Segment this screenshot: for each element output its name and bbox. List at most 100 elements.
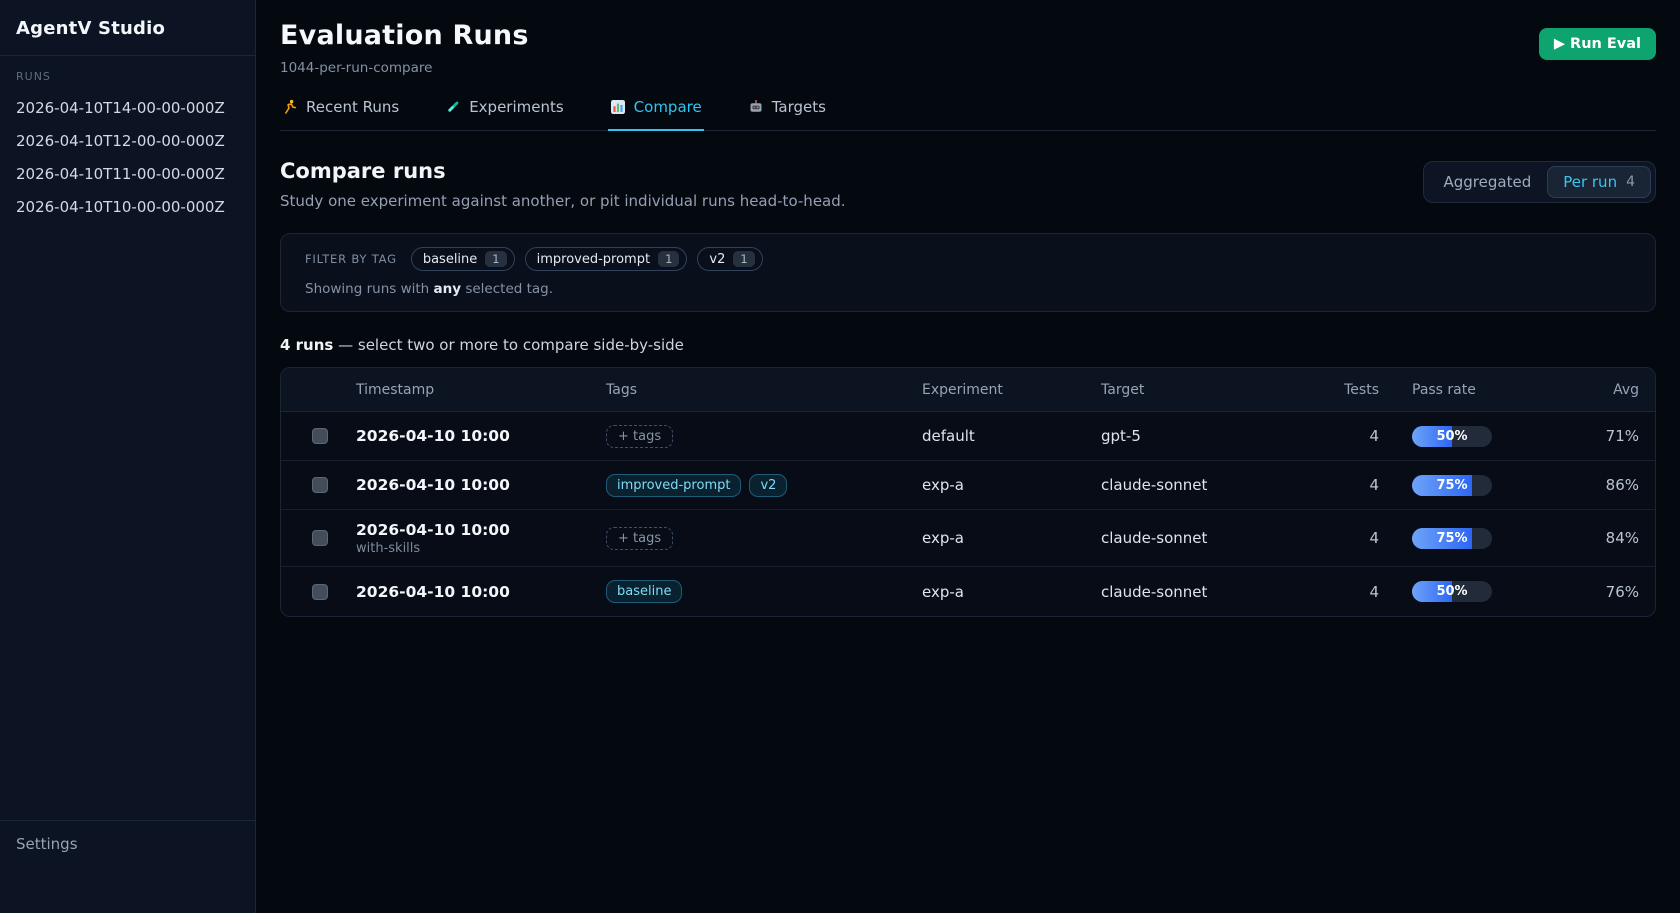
filter-tag-v2[interactable]: v2 1 [697, 247, 762, 271]
filter-note: Showing runs with any selected tag. [305, 281, 1631, 297]
pass-rate-bar: 50% [1412, 581, 1492, 602]
add-tags-button[interactable]: + tags [606, 425, 673, 448]
runs-section-label: RUNS [16, 70, 239, 83]
row-experiment: exp-a [922, 476, 1101, 494]
add-tags-button[interactable]: + tags [606, 527, 673, 550]
toggle-label: Per run [1563, 173, 1617, 191]
row-timestamp: 2026-04-10 10:00 [356, 476, 606, 494]
filter-tag-baseline[interactable]: baseline 1 [411, 247, 515, 271]
row-checkbox[interactable] [312, 584, 328, 600]
filter-note-bold: any [434, 281, 462, 297]
filter-label: FILTER BY TAG [305, 252, 397, 266]
compare-section-head: Compare runs Study one experiment agains… [280, 159, 1656, 210]
tab-label: Compare [634, 98, 702, 116]
toggle-count: 4 [1626, 174, 1635, 190]
pass-rate-bar: 75% [1412, 475, 1492, 496]
page-header: Evaluation Runs 1044-per-run-compare ▶ R… [280, 20, 1656, 76]
pass-rate-label: 50% [1412, 581, 1492, 602]
toggle-per-run[interactable]: Per run 4 [1547, 166, 1651, 198]
filter-tag-count: 1 [485, 251, 506, 267]
filter-tag-name: baseline [423, 252, 477, 267]
filter-note-suffix: selected tag. [461, 281, 553, 297]
pass-rate-label: 75% [1412, 475, 1492, 496]
table-header-row: Timestamp Tags Experiment Target Tests P… [281, 368, 1655, 412]
runs-summary-text: — select two or more to compare side-by-… [333, 336, 684, 354]
table-row: 2026-04-10 10:00baseline exp-aclaude-sonn… [281, 567, 1655, 616]
page-title: Evaluation Runs [280, 20, 529, 51]
row-tests: 4 [1341, 529, 1379, 547]
row-target: claude-sonnet [1101, 529, 1341, 547]
robot-icon [748, 99, 764, 115]
tab-label: Recent Runs [306, 98, 399, 116]
col-avg: Avg [1492, 382, 1639, 398]
test-tube-icon [445, 99, 461, 115]
row-timestamp: 2026-04-10 10:00 [356, 427, 606, 445]
runs-count: 4 runs [280, 336, 333, 354]
filter-tag-improved-prompt[interactable]: improved-prompt1 [525, 247, 688, 271]
row-target: claude-sonnet [1101, 583, 1341, 601]
sidebar-header: AgentV Studio [0, 0, 255, 56]
compare-description: Study one experiment against another, or… [280, 192, 846, 210]
main-content: Evaluation Runs 1044-per-run-compare ▶ R… [256, 0, 1680, 913]
row-avg: 84% [1492, 529, 1639, 547]
toggle-label: Aggregated [1444, 173, 1532, 191]
row-tag-baseline[interactable]: baseline [606, 580, 682, 603]
app-title: AgentV Studio [16, 18, 239, 39]
sidebar-footer: Settings [0, 820, 255, 913]
sidebar: AgentV Studio RUNS 2026-04-10T14-00-00-0… [0, 0, 256, 913]
row-experiment: exp-a [922, 583, 1101, 601]
sidebar-run-item[interactable]: 2026-04-10T11-00-00-000Z [16, 165, 239, 183]
col-pass-rate: Pass rate [1379, 382, 1492, 398]
row-checkbox[interactable] [312, 428, 328, 444]
row-tag-v2[interactable]: v2 [749, 474, 787, 497]
compare-heading: Compare runs [280, 159, 846, 183]
row-avg: 86% [1492, 476, 1639, 494]
row-timestamp: 2026-04-10 10:00 [356, 583, 606, 601]
row-checkbox[interactable] [312, 530, 328, 546]
filter-row: FILTER BY TAG baseline 1 improved-prompt1 v… [305, 247, 1631, 271]
sidebar-run-item[interactable]: 2026-04-10T10-00-00-000Z [16, 198, 239, 216]
row-tests: 4 [1341, 427, 1379, 445]
sidebar-run-item[interactable]: 2026-04-10T12-00-00-000Z [16, 132, 239, 150]
col-tests: Tests [1341, 382, 1379, 398]
col-tags: Tags [606, 382, 922, 398]
pass-rate-label: 50% [1412, 426, 1492, 447]
filter-card: FILTER BY TAG baseline 1 improved-prompt1 v… [280, 233, 1656, 312]
row-tag-improved-prompt[interactable]: improved-prompt [606, 474, 741, 497]
row-checkbox[interactable] [312, 477, 328, 493]
run-eval-button[interactable]: ▶ Run Eval [1539, 28, 1656, 60]
bar-chart-icon [610, 99, 626, 115]
pass-rate-bar: 50% [1412, 426, 1492, 447]
sidebar-run-item[interactable]: 2026-04-10T14-00-00-000Z [16, 99, 239, 117]
table-body: 2026-04-10 10:00+ tagsdefaultgpt-5450%71… [281, 412, 1655, 616]
filter-tag-name: v2 [709, 252, 725, 267]
settings-link[interactable]: Settings [16, 835, 239, 853]
pass-rate-label: 75% [1412, 528, 1492, 549]
runs-nav: RUNS 2026-04-10T14-00-00-000Z2026-04-10T… [0, 56, 255, 820]
tab-recent-runs[interactable]: Recent Runs [280, 98, 401, 131]
tab-bar: Recent Runs Experiments Compare [280, 98, 1656, 131]
page-subtitle: 1044-per-run-compare [280, 60, 529, 76]
row-timestamp: 2026-04-10 10:00 [356, 521, 606, 539]
tab-experiments[interactable]: Experiments [443, 98, 565, 131]
view-mode-toggle: Aggregated Per run 4 [1423, 161, 1657, 203]
pass-rate-bar: 75% [1412, 528, 1492, 549]
row-target: gpt-5 [1101, 427, 1341, 445]
runs-summary: 4 runs — select two or more to compare s… [280, 336, 1656, 354]
table-row: 2026-04-10 10:00with-skills+ tagsexp-acl… [281, 510, 1655, 567]
toggle-aggregated[interactable]: Aggregated [1428, 166, 1548, 198]
filter-tag-count: 1 [733, 251, 754, 267]
tab-label: Targets [772, 98, 826, 116]
table-row: 2026-04-10 10:00improved-promptv2exp-acl… [281, 461, 1655, 510]
row-avg: 71% [1492, 427, 1639, 445]
tab-targets[interactable]: Targets [746, 98, 828, 131]
row-tests: 4 [1341, 583, 1379, 601]
tab-compare[interactable]: Compare [608, 98, 704, 131]
run-list: 2026-04-10T14-00-00-000Z 2026-04-10T12-00… [16, 99, 239, 216]
tab-label: Experiments [469, 98, 563, 116]
col-experiment: Experiment [922, 382, 1101, 398]
table-row: 2026-04-10 10:00+ tagsdefaultgpt-5450%71… [281, 412, 1655, 461]
row-note: with-skills [356, 541, 606, 556]
row-avg: 76% [1492, 583, 1639, 601]
filter-note-prefix: Showing runs with [305, 281, 434, 297]
